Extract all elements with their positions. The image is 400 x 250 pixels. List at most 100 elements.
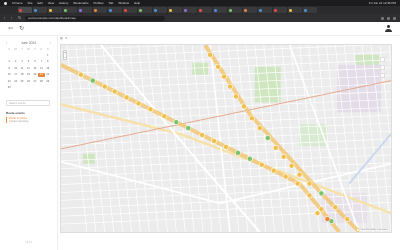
- menu-profiles[interactable]: Profiles: [94, 1, 104, 5]
- map-marker[interactable]: [211, 138, 217, 144]
- map-marker[interactable]: [89, 77, 96, 84]
- map-marker[interactable]: [123, 94, 130, 101]
- user-icon[interactable]: [385, 25, 392, 32]
- fullscreen-icon[interactable]: [380, 57, 385, 62]
- calendar-day[interactable]: 8: [45, 60, 51, 64]
- browser-tab[interactable]: [168, 7, 182, 13]
- calendar-next-icon[interactable]: ›: [50, 40, 51, 45]
- map-marker[interactable]: [207, 52, 213, 58]
- menu-tab[interactable]: Tab: [109, 1, 114, 5]
- browser-tab[interactable]: [78, 7, 92, 13]
- browser-tab[interactable]: [93, 7, 107, 13]
- browser-tab[interactable]: [303, 7, 317, 13]
- back-arrow-icon[interactable]: ⇦: [8, 25, 13, 32]
- reload-icon[interactable]: ↻: [18, 16, 22, 20]
- browser-tab[interactable]: [33, 7, 47, 13]
- map-marker[interactable]: [223, 144, 229, 150]
- calendar-day[interactable]: 1: [45, 54, 51, 58]
- map-marker[interactable]: [332, 204, 339, 211]
- map-marker[interactable]: [282, 173, 289, 180]
- menu-view[interactable]: View: [48, 1, 54, 5]
- menu-window[interactable]: Window: [118, 1, 129, 5]
- map-marker[interactable]: [280, 153, 287, 160]
- map-marker[interactable]: [246, 155, 253, 162]
- map-marker[interactable]: [344, 216, 351, 223]
- browser-tab[interactable]: [243, 7, 257, 13]
- map-marker[interactable]: [235, 149, 241, 156]
- browser-tab[interactable]: [288, 7, 302, 13]
- browser-tab[interactable]: [18, 7, 32, 13]
- refresh-icon[interactable]: ↻: [19, 25, 24, 32]
- map-marker[interactable]: [324, 216, 331, 223]
- map-marker[interactable]: [147, 106, 154, 113]
- map-marker[interactable]: [272, 145, 279, 151]
- map-marker[interactable]: [258, 161, 265, 168]
- map-marker[interactable]: [256, 125, 263, 131]
- map-marker[interactable]: [215, 63, 221, 70]
- browser-tab[interactable]: [138, 7, 152, 13]
- map-canvas[interactable]: [61, 45, 391, 232]
- browser-tab[interactable]: [198, 7, 212, 13]
- map-marker[interactable]: [227, 83, 233, 90]
- map-marker[interactable]: [77, 71, 84, 78]
- browser-tab[interactable]: [108, 7, 122, 13]
- browser-tab[interactable]: [213, 7, 227, 13]
- calendar-prev-icon[interactable]: ‹: [6, 40, 7, 45]
- menu-file[interactable]: File: [28, 1, 33, 5]
- map-marker[interactable]: [314, 210, 321, 217]
- browser-tab[interactable]: [153, 7, 167, 13]
- map-marker[interactable]: [248, 115, 255, 122]
- map-marker[interactable]: [101, 83, 108, 90]
- extension-icon[interactable]: [387, 16, 390, 20]
- browser-tab[interactable]: [183, 7, 197, 13]
- browser-tab[interactable]: [48, 7, 62, 13]
- map-marker[interactable]: [306, 180, 313, 187]
- menu-history[interactable]: History: [59, 1, 68, 5]
- forward-icon[interactable]: ›: [11, 16, 15, 20]
- layers-icon[interactable]: ▦: [60, 36, 63, 40]
- map-marker[interactable]: [199, 132, 206, 138]
- calendar-day[interactable]: 29: [45, 80, 51, 84]
- map-marker[interactable]: [161, 113, 168, 120]
- calendar-day[interactable]: 22: [45, 73, 51, 77]
- map-marker[interactable]: [111, 88, 118, 95]
- menu-edit[interactable]: Edit: [38, 1, 43, 5]
- map-marker[interactable]: [173, 119, 180, 126]
- map-view[interactable]: + − © OpenStreetMap contributors: [60, 44, 392, 233]
- map-marker[interactable]: [288, 162, 295, 169]
- extension-icon[interactable]: [381, 16, 384, 20]
- event-item[interactable]: Route 12 active 3 stops reporting: [6, 117, 51, 123]
- map-marker[interactable]: [241, 103, 247, 110]
- map-marker[interactable]: [318, 190, 325, 197]
- layer-toggle-icon[interactable]: [380, 65, 385, 70]
- browser-tab[interactable]: [228, 7, 242, 13]
- menu-bookmarks[interactable]: Bookmarks: [73, 1, 88, 5]
- profile-icon[interactable]: [393, 16, 396, 20]
- map-marker[interactable]: [221, 73, 227, 80]
- back-icon[interactable]: ‹: [4, 16, 8, 20]
- map-marker[interactable]: [296, 171, 303, 178]
- calendar-day[interactable]: 30: [6, 86, 12, 90]
- settings-icon[interactable]: ⚙: [65, 36, 68, 40]
- map-marker[interactable]: [306, 192, 313, 199]
- address-bar[interactable]: portal.example.com/dashboard/map: [25, 15, 165, 21]
- search-input[interactable]: Search events: [6, 100, 50, 106]
- menu-chrome[interactable]: Chrome: [12, 1, 23, 5]
- map-marker[interactable]: [185, 125, 192, 131]
- map-marker[interactable]: [264, 135, 271, 141]
- apple-icon[interactable]: [4, 1, 7, 5]
- map-marker[interactable]: [135, 100, 142, 107]
- zoom-out-icon[interactable]: −: [64, 56, 66, 61]
- map-marker[interactable]: [318, 206, 325, 213]
- menu-help[interactable]: Help: [134, 1, 140, 5]
- map-marker[interactable]: [294, 180, 301, 187]
- browser-tab[interactable]: [123, 7, 137, 13]
- map-marker[interactable]: [270, 167, 277, 174]
- map-marker[interactable]: [233, 93, 239, 100]
- calendar-day[interactable]: 15: [45, 67, 51, 71]
- locate-icon[interactable]: [380, 73, 385, 78]
- browser-tab[interactable]: [63, 7, 77, 13]
- map-attribution[interactable]: © OpenStreetMap contributors: [357, 229, 389, 231]
- browser-tab[interactable]: [273, 7, 287, 13]
- browser-tab[interactable]: [258, 7, 272, 13]
